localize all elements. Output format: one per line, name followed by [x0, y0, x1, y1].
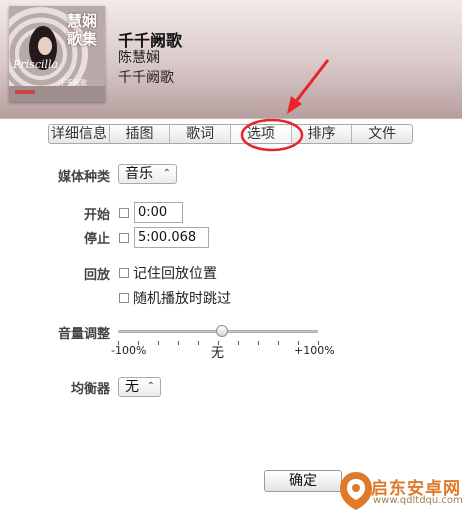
track-album: 千千阙歌: [118, 70, 174, 86]
tab-file[interactable]: 文件: [352, 125, 412, 143]
start-label: 开始: [83, 208, 110, 223]
stop-label: 停止: [83, 232, 110, 247]
album-art: 慧娴 歌集 Priscilla 千千阙歌: [9, 6, 105, 102]
volume-tick: [278, 341, 279, 345]
album-art-script-text: Priscilla: [13, 58, 59, 71]
volume-tick: [198, 341, 199, 345]
tab-sorting[interactable]: 排序: [292, 125, 353, 143]
media-kind-select[interactable]: 音乐 ⌃: [118, 164, 177, 184]
volume-label: 音量调整: [57, 327, 110, 342]
chevron-updown-icon: ⌃: [146, 381, 155, 392]
volume-max-label: +100%: [294, 344, 335, 357]
equalizer-label: 均衡器: [70, 382, 110, 397]
track-artist: 陈慧娴: [118, 50, 160, 66]
equalizer-value: 无: [125, 379, 139, 395]
volume-min-label: -100%: [111, 344, 147, 357]
tab-lyrics[interactable]: 歌词: [170, 125, 232, 143]
chevron-updown-icon: ⌃: [162, 168, 171, 179]
header: 慧娴 歌集 Priscilla 千千阙歌 千千阙歌 陈慧娴 千千阙歌: [0, 0, 462, 119]
volume-tick: [178, 341, 179, 345]
watermark-url: www.qdltdqu.com: [373, 495, 462, 506]
stop-time-field[interactable]: 5:00.068: [134, 227, 209, 248]
volume-tick: [258, 341, 259, 345]
start-checkbox[interactable]: [119, 208, 129, 218]
volume-tick: [238, 341, 239, 345]
tab-details[interactable]: 详细信息: [49, 125, 110, 143]
equalizer-select[interactable]: 无 ⌃: [118, 377, 161, 397]
album-art-title-text: 慧娴 歌集: [67, 12, 98, 48]
skip-shuffle-label[interactable]: 随机播放时跳过: [133, 288, 231, 308]
playback-label: 回放: [83, 268, 110, 283]
ok-button[interactable]: 确定: [264, 470, 342, 492]
album-art-small-text: 千千阙歌: [59, 79, 87, 87]
volume-tick: [158, 341, 159, 345]
stop-checkbox[interactable]: [119, 233, 129, 243]
volume-slider-thumb[interactable]: [216, 325, 228, 337]
remember-position-label[interactable]: 记住回放位置: [133, 263, 217, 283]
media-kind-value: 音乐: [125, 166, 153, 182]
tab-bar: 详细信息 插图 歌词 选项 排序 文件: [48, 124, 413, 144]
media-kind-label: 媒体种类: [57, 170, 110, 185]
tab-artwork[interactable]: 插图: [110, 125, 171, 143]
song-info-dialog: 慧娴 歌集 Priscilla 千千阙歌 千千阙歌 陈慧娴 千千阙歌 详细信息 …: [0, 0, 462, 512]
watermark-logo-icon: [340, 472, 372, 510]
tab-options[interactable]: 选项: [231, 125, 292, 143]
volume-mid-label: 无: [211, 346, 225, 361]
skip-shuffle-checkbox[interactable]: [119, 293, 129, 303]
remember-position-checkbox[interactable]: [119, 268, 129, 278]
start-time-field[interactable]: 0:00: [134, 202, 183, 223]
